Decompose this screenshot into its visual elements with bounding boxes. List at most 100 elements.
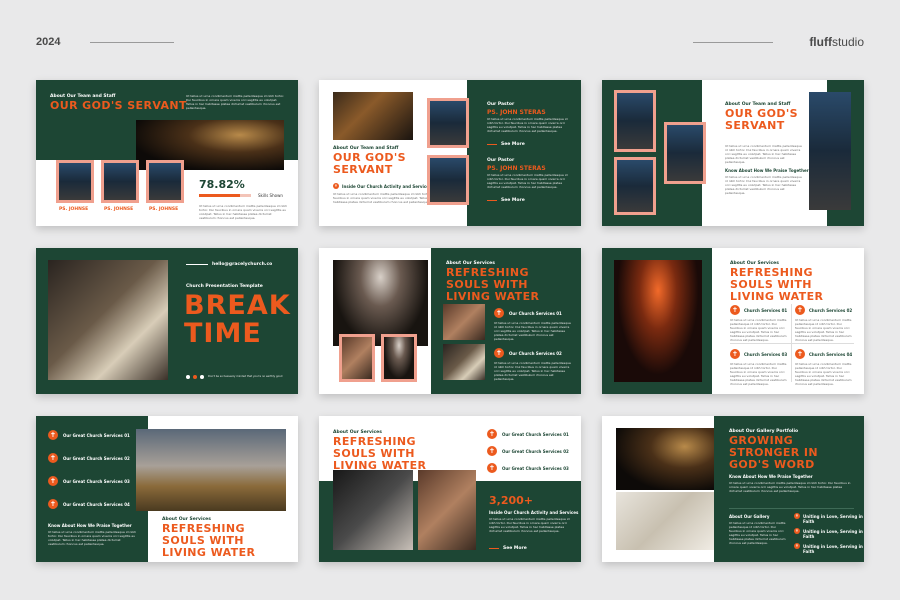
pastor-photo-2 xyxy=(427,155,469,205)
slide-3[interactable]: About Our Team and Staff OUR GOD'S SERVA… xyxy=(602,80,864,226)
break-title: BREAK xyxy=(184,290,291,321)
church-photo xyxy=(136,429,286,511)
cross-icon: ✝ xyxy=(730,349,740,359)
bible-photo xyxy=(443,344,485,380)
cross-icon: ✝ xyxy=(795,305,805,315)
gallery-photo-2 xyxy=(381,334,417,382)
slide-body: Ut tellus ut urna condimentum mattis pel… xyxy=(795,318,852,342)
slide-title: REFRESHING SOULS WITH LIVING WATER xyxy=(730,266,824,303)
slide-2[interactable]: About Our Team and Staff OUR GOD'S SERVA… xyxy=(319,80,581,226)
slide-dot xyxy=(193,375,197,379)
service-label: Our Great Church Services 01 xyxy=(63,433,130,438)
slide-9[interactable]: About Our Gallery Portfolio GROWING STRO… xyxy=(602,416,864,562)
time-title: TIME xyxy=(184,318,262,349)
slide-8[interactable]: About Our Services REFRESHING SOULS WITH… xyxy=(319,416,581,562)
staff-photo-3 xyxy=(614,157,656,215)
book-photo xyxy=(48,260,168,380)
slide-1[interactable]: About Our Team and Staff OUR GOD'S SERVA… xyxy=(36,80,298,226)
stat-label: Skills Shown xyxy=(258,193,283,198)
slide-body: Ut tellus ut urna condimentum mattis pel… xyxy=(494,361,571,381)
service-label: Our Great Church Services 02 xyxy=(502,449,569,454)
cross-icon: ✝ xyxy=(794,543,800,549)
cross-icon: ✝ xyxy=(48,430,58,440)
slide-body: Ut tellus ut urna condimentum mattis pel… xyxy=(730,362,787,386)
gallery-photo-1 xyxy=(339,334,375,382)
cross-icon: ✝ xyxy=(794,528,800,534)
hands-photo xyxy=(616,428,714,490)
slide-title: OUR GOD'S SERVANT xyxy=(333,151,406,176)
slide-title: OUR GOD'S SERVANT xyxy=(725,107,798,132)
cross-icon: ✝ xyxy=(494,348,504,358)
slide-body: Ut tellus ut urna condimentum mattis pel… xyxy=(494,321,571,341)
slide-body: Ut tellus ut urna condimentum mattis pel… xyxy=(487,173,568,189)
service-label: Church Services 02 xyxy=(809,308,853,313)
see-more-link[interactable]: See More xyxy=(501,198,525,203)
email-link[interactable]: hello@gracelychurch.co xyxy=(212,262,272,267)
cross-icon: ✝ xyxy=(487,429,497,439)
list-item: Uniting in Love, Serving in Faith xyxy=(803,514,863,524)
slide-5[interactable]: About Our Services REFRESHING SOULS WITH… xyxy=(319,248,581,394)
staff-name: PS. JOHNSE xyxy=(59,207,89,212)
staff-name: PS. JOHNSE xyxy=(104,207,134,212)
service-label: Our Church Services 01 xyxy=(509,311,562,316)
slide-body: Ut tellus ut urna condimentum mattis pel… xyxy=(729,521,786,545)
pastor-name: PS. JOHN STERAS xyxy=(487,109,546,116)
service-label: Our Great Church Services 04 xyxy=(63,502,130,507)
slide-7[interactable]: ✝ Our Great Church Services 01 ✝ Our Gre… xyxy=(36,416,298,562)
pastor-photo xyxy=(809,92,851,210)
staff-photo-3 xyxy=(146,160,184,203)
stat-value: 3,200+ xyxy=(489,494,534,507)
staff-name: PS. JOHNSE xyxy=(149,207,179,212)
slide-kicker: Church Presentation Template xyxy=(186,284,263,289)
service-label: Our Church Services 02 xyxy=(509,351,562,356)
stage-photo xyxy=(333,92,413,140)
see-more-link[interactable]: See More xyxy=(503,546,527,551)
prayer-photo xyxy=(333,470,413,550)
slide-subhead: Know About How We Praise Together xyxy=(725,168,809,173)
staff-photo-2 xyxy=(664,122,706,184)
bullet-text: Inside Our Church Activity and Services xyxy=(342,184,432,189)
progress-track xyxy=(199,194,251,197)
slide-body: Ut tellus ut urna condimentum mattis pel… xyxy=(725,175,802,195)
cross-icon: ✝ xyxy=(48,476,58,486)
slide-body: Ut tellus ut urna condimentum mattis pel… xyxy=(725,144,802,164)
service-label: Our Great Church Services 02 xyxy=(63,456,130,461)
slide-body: Ut tellus ut urna condimentum mattis pel… xyxy=(729,481,851,493)
staff-photo-1 xyxy=(56,160,94,203)
slide-title: REFRESHING SOULS WITH LIVING WATER xyxy=(446,266,540,303)
slide-body: Ut tellus ut urna condimentum mattis pel… xyxy=(730,318,787,342)
year-label: 2024 xyxy=(36,36,61,48)
slide-4[interactable]: hello@gracelychurch.co Church Presentati… xyxy=(36,248,298,394)
service-label: Church Services 03 xyxy=(744,352,788,357)
slide-body: Ut tellus ut urna condimentum mattis pel… xyxy=(487,117,568,133)
cross-icon: ✝ xyxy=(730,305,740,315)
service-label: Our Great Church Services 01 xyxy=(502,432,569,437)
slide-body: Ut tellus ut urna condimentum mattis pel… xyxy=(489,517,570,533)
brand-logo: fluffstudio xyxy=(809,35,864,49)
cross-icon: ✝ xyxy=(494,308,504,318)
slide-subhead: Know About How We Praise Together xyxy=(729,474,813,479)
staff-photo-1 xyxy=(614,90,656,152)
worship-photo xyxy=(443,304,485,340)
bullet-text: Inside Our Church Activity and Services xyxy=(489,510,579,515)
pastor-label: Our Pastor xyxy=(487,158,515,163)
slide-title: REFRESHING SOULS WITH LIVING WATER xyxy=(333,435,427,472)
slide-6[interactable]: About Our Services REFRESHING SOULS WITH… xyxy=(602,248,864,394)
cross-icon: ✝ xyxy=(795,349,805,359)
slide-title: OUR GOD'S SERVANT xyxy=(50,99,187,112)
header-divider-right xyxy=(693,42,773,43)
service-label: Our Great Church Services 03 xyxy=(502,466,569,471)
pastor-photo-1 xyxy=(427,98,469,148)
slide-body: Ut tellus ut urna condimentum mattis pel… xyxy=(186,94,285,110)
cross-photo xyxy=(614,260,702,382)
pastor-label: Our Pastor xyxy=(487,102,515,107)
slide-title: GROWING STRONGER IN GOD'S WORD xyxy=(729,434,818,471)
cross-icon: ✝ xyxy=(487,463,497,473)
see-more-link[interactable]: See More xyxy=(501,142,525,147)
cross-icon: ✝ xyxy=(794,513,800,519)
cross-icon: ✝ xyxy=(333,183,339,189)
list-item: Uniting in Love, Serving in Faith xyxy=(803,544,863,554)
bible-photo xyxy=(616,492,714,550)
slide-subhead: Know About How We Praise Together xyxy=(48,523,132,528)
stat-value: 78.82% xyxy=(199,178,245,191)
